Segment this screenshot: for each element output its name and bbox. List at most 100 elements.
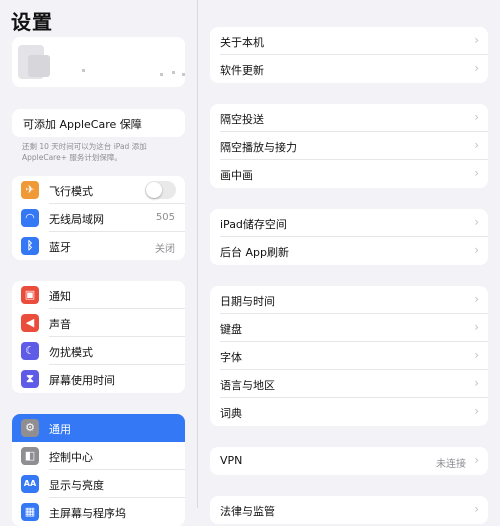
row-label: 法律与监管 bbox=[220, 505, 275, 518]
row-label: 关于本机 bbox=[220, 36, 264, 49]
toggle-knob bbox=[146, 182, 162, 198]
chevron-right-icon: › bbox=[474, 215, 479, 229]
fonts-row[interactable]: 字体 › bbox=[210, 342, 488, 370]
chevron-right-icon: › bbox=[474, 453, 479, 467]
keyboard-row[interactable]: 键盘 › bbox=[210, 314, 488, 342]
hourglass-icon: ⧗ bbox=[21, 370, 39, 388]
legal-group: 法律与监管 › bbox=[210, 496, 488, 524]
blur-dot bbox=[82, 69, 85, 72]
language-region-row[interactable]: 语言与地区 › bbox=[210, 370, 488, 398]
row-label: 词典 bbox=[220, 407, 242, 420]
sidebar-item-label: 控制中心 bbox=[49, 451, 93, 464]
bluetooth-status-value: 关闭 bbox=[155, 244, 175, 255]
about-row[interactable]: 关于本机 › bbox=[210, 27, 488, 55]
sidebar-item-label: 主屏幕与程序坞 bbox=[49, 507, 126, 520]
row-label: 后台 App刷新 bbox=[220, 246, 289, 259]
about-group: 关于本机 › 软件更新 › bbox=[210, 27, 488, 83]
dictionary-row[interactable]: 词典 › bbox=[210, 398, 488, 426]
blur-dot bbox=[160, 73, 163, 76]
control-center-icon: ◧ bbox=[21, 447, 39, 465]
blur-dot bbox=[172, 71, 175, 74]
sidebar-item-label: 勿扰模式 bbox=[49, 346, 93, 359]
vpn-status-value: 未连接 bbox=[436, 459, 466, 470]
chevron-right-icon: › bbox=[474, 404, 479, 418]
chevron-right-icon: › bbox=[474, 166, 479, 180]
moon-icon: ☾ bbox=[21, 342, 39, 360]
date-time-row[interactable]: 日期与时间 › bbox=[210, 286, 488, 314]
row-label: 隔空投送 bbox=[220, 113, 264, 126]
chevron-right-icon: › bbox=[474, 502, 479, 516]
vpn-group: VPN 未连接 › bbox=[210, 447, 488, 475]
locale-group: 日期与时间 › 键盘 › 字体 › 语言与地区 › 词典 › bbox=[210, 286, 488, 426]
chevron-right-icon: › bbox=[474, 110, 479, 124]
row-label: 软件更新 bbox=[220, 64, 264, 77]
sidebar-item-sounds[interactable]: ◀ 声音 bbox=[12, 309, 185, 337]
chevron-right-icon: › bbox=[474, 348, 479, 362]
row-label: 语言与地区 bbox=[220, 379, 275, 392]
sidebar: 设置 可添加 AppleCare 保障 还剩 10 天时间可以为这台 iPad … bbox=[0, 0, 197, 526]
row-label: VPN bbox=[220, 454, 243, 467]
sidebar-item-label: 屏幕使用时间 bbox=[49, 374, 115, 387]
sidebar-item-label: 通知 bbox=[49, 290, 71, 303]
sidebar-item-control-center[interactable]: ◧ 控制中心 bbox=[12, 442, 185, 470]
chevron-right-icon: › bbox=[474, 292, 479, 306]
sidebar-item-screen-time[interactable]: ⧗ 屏幕使用时间 bbox=[12, 365, 185, 393]
sidebar-item-home-screen[interactable]: ▦ 主屏幕与程序坞 bbox=[12, 498, 185, 526]
notification-icon: ▣ bbox=[21, 286, 39, 304]
row-label: 画中画 bbox=[220, 169, 253, 182]
sidebar-item-label: 飞行模式 bbox=[49, 185, 93, 198]
software-update-row[interactable]: 软件更新 › bbox=[210, 55, 488, 83]
chevron-right-icon: › bbox=[474, 376, 479, 390]
bluetooth-icon: ᛒ bbox=[21, 237, 39, 255]
applecare-card[interactable]: 可添加 AppleCare 保障 bbox=[12, 109, 185, 137]
gear-icon: ⚙ bbox=[21, 419, 39, 437]
page-title: 设置 bbox=[11, 10, 53, 34]
airplane-mode-toggle[interactable] bbox=[145, 181, 176, 199]
sidebar-item-general[interactable]: ⚙ 通用 bbox=[12, 414, 185, 442]
row-label: 键盘 bbox=[220, 323, 242, 336]
sound-icon: ◀ bbox=[21, 314, 39, 332]
picture-in-picture-row[interactable]: 画中画 › bbox=[210, 160, 488, 188]
sidebar-item-bluetooth[interactable]: ᛒ 蓝牙 关闭 bbox=[12, 232, 185, 260]
row-label: 隔空播放与接力 bbox=[220, 141, 297, 154]
legal-regulatory-row[interactable]: 法律与监管 › bbox=[210, 496, 488, 524]
wifi-network-value: 505 bbox=[155, 212, 175, 223]
chevron-right-icon: › bbox=[474, 33, 479, 47]
general-detail-pane: 关于本机 › 软件更新 › 隔空投送 › 隔空播放与接力 › 画中画 › iPa… bbox=[198, 0, 500, 524]
applecare-label: 可添加 AppleCare 保障 bbox=[23, 118, 142, 131]
sidebar-item-display[interactable]: AA 显示与亮度 bbox=[12, 470, 185, 498]
storage-group: iPad储存空间 › 后台 App刷新 › bbox=[210, 209, 488, 265]
row-label: 日期与时间 bbox=[220, 295, 275, 308]
sidebar-item-label: 蓝牙 bbox=[49, 241, 71, 254]
airplay-handoff-row[interactable]: 隔空播放与接力 › bbox=[210, 132, 488, 160]
wifi-icon: ◠ bbox=[21, 209, 39, 227]
sidebar-item-do-not-disturb[interactable]: ☾ 勿扰模式 bbox=[12, 337, 185, 365]
chevron-right-icon: › bbox=[474, 61, 479, 75]
chevron-right-icon: › bbox=[474, 138, 479, 152]
sidebar-item-label: 通用 bbox=[49, 423, 71, 436]
airdrop-row[interactable]: 隔空投送 › bbox=[210, 104, 488, 132]
airplane-icon: ✈ bbox=[21, 181, 39, 199]
blur-dot bbox=[182, 73, 185, 76]
sidebar-item-label: 声音 bbox=[49, 318, 71, 331]
avatar-blur bbox=[28, 55, 50, 77]
sidebar-item-wifi[interactable]: ◠ 无线局域网 505 bbox=[12, 204, 185, 232]
connectivity-group: ✈ 飞行模式 ◠ 无线局域网 505 ᛒ 蓝牙 关闭 bbox=[12, 176, 185, 260]
apple-id-profile-card[interactable] bbox=[12, 37, 185, 87]
vpn-row[interactable]: VPN 未连接 › bbox=[210, 447, 488, 475]
chevron-right-icon: › bbox=[474, 320, 479, 334]
notifications-group: ▣ 通知 ◀ 声音 ☾ 勿扰模式 ⧗ 屏幕使用时间 bbox=[12, 281, 185, 393]
row-label: iPad储存空间 bbox=[220, 218, 287, 231]
applecare-note: 还剩 10 天时间可以为这台 iPad 添加 AppleCare+ 服务计划保障… bbox=[22, 142, 147, 162]
background-app-refresh-row[interactable]: 后台 App刷新 › bbox=[210, 237, 488, 265]
ipad-storage-row[interactable]: iPad储存空间 › bbox=[210, 209, 488, 237]
airdrop-group: 隔空投送 › 隔空播放与接力 › 画中画 › bbox=[210, 104, 488, 188]
sidebar-item-notifications[interactable]: ▣ 通知 bbox=[12, 281, 185, 309]
display-icon: AA bbox=[21, 475, 39, 493]
sidebar-item-label: 显示与亮度 bbox=[49, 479, 104, 492]
sidebar-item-airplane-mode[interactable]: ✈ 飞行模式 bbox=[12, 176, 185, 204]
sidebar-item-label: 无线局域网 bbox=[49, 213, 104, 226]
general-group: ⚙ 通用 ◧ 控制中心 AA 显示与亮度 ▦ 主屏幕与程序坞 bbox=[12, 414, 185, 526]
home-screen-icon: ▦ bbox=[21, 503, 39, 521]
row-label: 字体 bbox=[220, 351, 242, 364]
